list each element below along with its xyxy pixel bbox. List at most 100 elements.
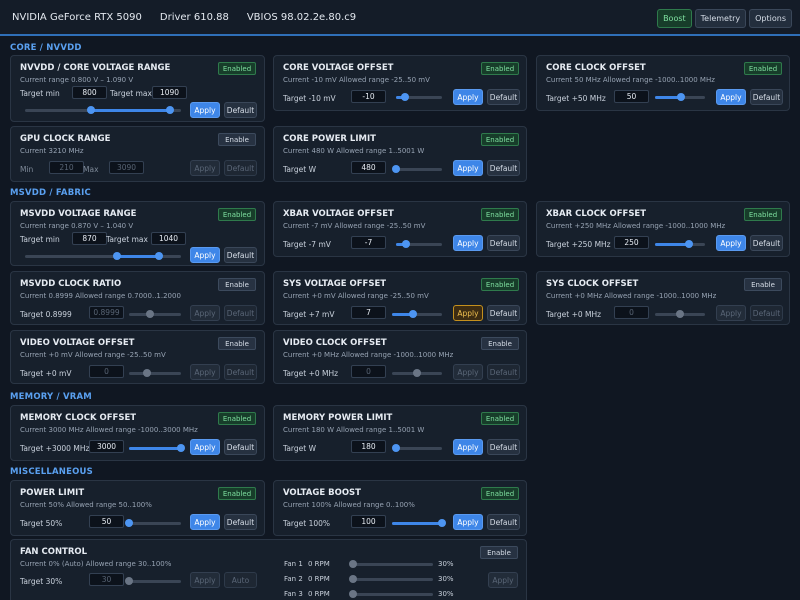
voltage-boost-input[interactable]: 100	[351, 515, 386, 528]
fan-3-slider[interactable]	[349, 590, 433, 598]
core-power-slider[interactable]	[392, 165, 442, 173]
apply-button[interactable]: Apply	[716, 89, 746, 105]
apply-button[interactable]: Apply	[190, 305, 220, 321]
sys-clock-input[interactable]: 0	[614, 306, 649, 319]
memory-power-input[interactable]: 180	[351, 440, 386, 453]
apply-button[interactable]: Apply	[453, 235, 483, 251]
default-button[interactable]: Default	[487, 89, 520, 105]
core-clock-input[interactable]: 50	[614, 90, 649, 103]
xbar-voltage-input[interactable]: -7	[351, 236, 386, 249]
slider-thumb-low[interactable]	[113, 252, 122, 260]
sys-voltage-input[interactable]: 7	[351, 306, 386, 319]
default-button[interactable]: Default	[224, 247, 257, 263]
sys-clock-enable-button[interactable]: Enable	[744, 278, 782, 291]
msvdd-enabled-badge[interactable]: Enabled	[218, 208, 256, 221]
default-button[interactable]: Default	[750, 305, 783, 321]
nvvdd-min-input[interactable]: 800	[72, 86, 107, 99]
memory-clock-input[interactable]: 3000	[89, 440, 124, 453]
default-button[interactable]: Default	[487, 364, 520, 380]
apply-button[interactable]: Apply	[190, 572, 220, 588]
core-clock-slider[interactable]	[655, 93, 705, 101]
nvvdd-max-input[interactable]: 1090	[152, 86, 187, 99]
xbar-clock-input[interactable]: 250	[614, 236, 649, 249]
slider-thumb-high[interactable]	[155, 252, 164, 260]
telemetry-button[interactable]: Telemetry	[694, 9, 747, 28]
apply-button[interactable]: Apply	[716, 305, 746, 321]
default-button[interactable]: Default	[224, 514, 257, 530]
video-clock-slider[interactable]	[392, 369, 442, 377]
slider-thumb-low[interactable]	[86, 106, 95, 114]
video-voltage-input[interactable]: 0	[89, 365, 124, 378]
core-voltage-enabled-badge[interactable]: Enabled	[481, 62, 519, 75]
apply-button[interactable]: Apply	[453, 364, 483, 380]
sys-voltage-slider[interactable]	[392, 310, 442, 318]
options-button[interactable]: Options	[749, 9, 792, 28]
memory-clock-slider[interactable]	[129, 444, 185, 452]
default-button[interactable]: Default	[487, 305, 520, 321]
gpu-clock-min-input[interactable]: 210	[49, 161, 84, 174]
apply-button[interactable]: Apply	[716, 235, 746, 251]
memory-power-enabled-badge[interactable]: Enabled	[481, 412, 519, 425]
msvdd-max-input[interactable]: 1040	[151, 232, 186, 245]
apply-button[interactable]: Apply	[453, 89, 483, 105]
power-limit-enabled-badge[interactable]: Enabled	[218, 487, 256, 500]
default-button[interactable]: Default	[224, 364, 257, 380]
sys-voltage-enabled-badge[interactable]: Enabled	[481, 278, 519, 291]
core-voltage-input[interactable]: -10	[351, 90, 386, 103]
apply-button[interactable]: Apply	[190, 102, 220, 118]
nvvdd-enabled-badge[interactable]: Enabled	[218, 62, 256, 75]
memory-power-slider[interactable]	[392, 444, 442, 452]
power-limit-input[interactable]: 50	[89, 515, 124, 528]
xbar-clock-enabled-badge[interactable]: Enabled	[744, 208, 782, 221]
default-button[interactable]: Default	[224, 305, 257, 321]
core-voltage-slider[interactable]	[396, 93, 442, 101]
auto-button[interactable]: Auto	[224, 572, 257, 588]
gpu-clock-max-input[interactable]: 3090	[109, 161, 144, 174]
apply-button[interactable]: Apply	[190, 247, 220, 263]
sys-clock-slider[interactable]	[655, 310, 705, 318]
msvdd-min-input[interactable]: 870	[72, 232, 107, 245]
xbar-voltage-enabled-badge[interactable]: Enabled	[481, 208, 519, 221]
msvdd-ratio-input[interactable]: 0.8999	[89, 306, 124, 319]
default-button[interactable]: Default	[750, 89, 783, 105]
default-button[interactable]: Default	[224, 102, 257, 118]
apply-button[interactable]: Apply	[190, 514, 220, 530]
msvdd-ratio-enable-button[interactable]: Enable	[218, 278, 256, 291]
fan-control-enable-button[interactable]: Enable	[480, 546, 518, 559]
voltage-boost-slider[interactable]	[392, 519, 446, 527]
msvdd-range-slider[interactable]	[25, 252, 181, 260]
video-voltage-slider[interactable]	[129, 369, 181, 377]
fan-2-slider[interactable]	[349, 575, 433, 583]
default-button[interactable]: Default	[224, 160, 257, 176]
memory-clock-enabled-badge[interactable]: Enabled	[218, 412, 256, 425]
default-button[interactable]: Default	[487, 160, 520, 176]
core-clock-enabled-badge[interactable]: Enabled	[744, 62, 782, 75]
apply-button[interactable]: Apply	[453, 160, 483, 176]
default-button[interactable]: Default	[487, 514, 520, 530]
nvvdd-range-slider[interactable]	[25, 106, 181, 114]
slider-thumb-high[interactable]	[166, 106, 175, 114]
apply-button[interactable]: Apply	[453, 439, 483, 455]
xbar-voltage-slider[interactable]	[396, 240, 442, 248]
video-voltage-enable-button[interactable]: Enable	[218, 337, 256, 350]
apply-button[interactable]: Apply	[190, 439, 220, 455]
xbar-clock-slider[interactable]	[655, 240, 705, 248]
default-button[interactable]: Default	[750, 235, 783, 251]
fan-target-input[interactable]: 30	[89, 573, 124, 586]
core-power-enabled-badge[interactable]: Enabled	[481, 133, 519, 146]
power-limit-slider[interactable]	[125, 519, 181, 527]
video-clock-enable-button[interactable]: Enable	[481, 337, 519, 350]
voltage-boost-enabled-badge[interactable]: Enabled	[481, 487, 519, 500]
default-button[interactable]: Default	[487, 439, 520, 455]
apply-button[interactable]: Apply	[190, 160, 220, 176]
msvdd-ratio-slider[interactable]	[129, 310, 181, 318]
fan-1-slider[interactable]	[349, 560, 433, 568]
fan-target-slider[interactable]	[125, 577, 181, 585]
boost-button[interactable]: Boost	[657, 9, 692, 28]
core-power-input[interactable]: 480	[351, 161, 386, 174]
video-clock-input[interactable]: 0	[351, 365, 386, 378]
gpu-clock-enable-button[interactable]: Enable	[218, 133, 256, 146]
fans-apply-button[interactable]: Apply	[488, 572, 518, 588]
apply-button[interactable]: Apply	[190, 364, 220, 380]
apply-button[interactable]: Apply	[453, 305, 483, 321]
